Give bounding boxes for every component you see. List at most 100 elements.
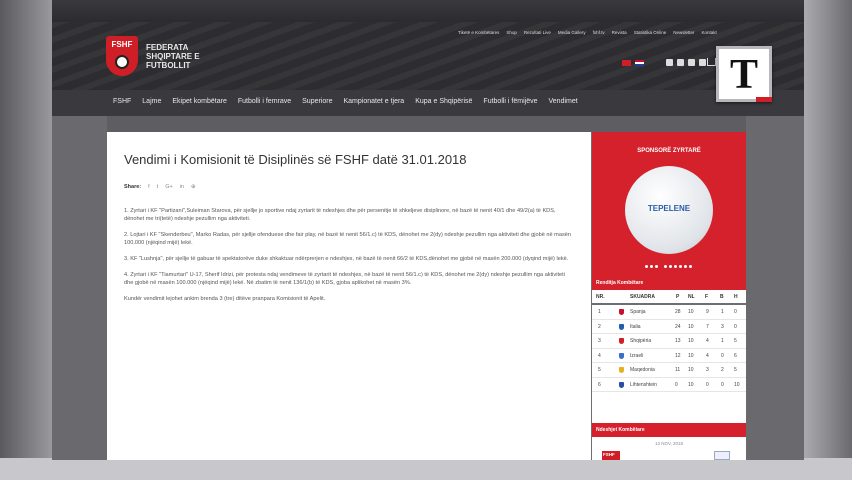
top-link[interactable]: Statistika Online	[634, 30, 667, 40]
col-header: B	[720, 294, 724, 300]
article-paragraph: Kundër vendimit lejohet ankim brenda 3 (…	[124, 296, 326, 302]
sponsor-brand: TEPELENE	[647, 204, 691, 213]
top-link[interactable]: Revista	[612, 30, 627, 40]
article-paragraph: 2. Lojtari i KF "Skenderbeu", Marko Rada…	[124, 232, 571, 246]
sponsor-logo[interactable]: TEPELENE	[625, 166, 713, 254]
carousel-dot[interactable]	[664, 265, 667, 268]
instagram-icon[interactable]	[699, 59, 706, 66]
ranking-cell-nr: 1	[598, 309, 601, 315]
col-header: F	[705, 294, 709, 300]
top-link[interactable]: Rezultati Live	[524, 30, 551, 40]
ranking-row[interactable]: 6 Lihtenshtein 0 10 0 0 10	[592, 378, 746, 392]
pinterest-share-icon[interactable]: ⊕	[191, 184, 196, 190]
ranking-row[interactable]: 2 Italia 24 10 7 3 0	[592, 320, 746, 334]
ranking-cell-p: 0	[675, 381, 678, 388]
ranking-cell-p: 28	[675, 309, 681, 315]
col-header: NR.	[596, 294, 605, 300]
youtube-icon[interactable]	[688, 59, 695, 66]
nav-item[interactable]: Futbolli i fëmijëve	[483, 98, 537, 105]
english-flag-icon[interactable]	[635, 60, 644, 66]
carousel-dot[interactable]	[674, 265, 677, 268]
ranking-title-bar: Renditja Kombëtare	[592, 276, 746, 290]
facebook-icon[interactable]	[666, 59, 673, 66]
ranking-cell-h: 0	[734, 323, 737, 330]
nav-item[interactable]: Lajme	[142, 98, 161, 105]
carousel-dot[interactable]	[689, 265, 692, 268]
ranking-row[interactable]: 1 Spanja 28 10 9 1 0	[592, 305, 746, 320]
article-body: 1. Zyrtari i KF "Partizani",Suleiman Sta…	[124, 207, 574, 311]
video-frame-top	[0, 0, 852, 24]
article-paragraph: 1. Zyrtari i KF "Partizani",Suleiman Sta…	[124, 208, 556, 222]
ranking-cell-b: 3	[721, 323, 724, 330]
top-link[interactable]: fshf.tv	[593, 30, 605, 40]
ranking-cell-f: 9	[706, 309, 709, 315]
header-icons	[622, 59, 706, 66]
ranking-cell-h: 6	[734, 352, 737, 359]
ranking-cell-nr: 6	[598, 381, 601, 388]
team-crest-icon	[619, 338, 624, 344]
twitter-icon[interactable]	[677, 59, 684, 66]
ranking-cell-team: Italia	[630, 323, 641, 330]
website: FSHF FEDERATA SHQIPTARE E FUTBOLLIT Tike…	[52, 22, 804, 460]
ranking-cell-nr: 3	[598, 338, 601, 344]
ranking-cell-team: Spanja	[630, 309, 646, 315]
fshf-logo[interactable]: FSHF	[106, 36, 138, 76]
ranking-cell-p: 24	[675, 323, 681, 330]
ranking-cell-nr: 2	[598, 323, 601, 330]
away-team-badge[interactable]	[714, 451, 730, 460]
nav-item[interactable]: FSHF	[113, 98, 131, 105]
nav-item[interactable]: Kampionatet e tjera	[344, 98, 405, 105]
cart-icon[interactable]	[707, 58, 716, 66]
nav-item[interactable]: Ekipet kombëtare	[172, 98, 226, 105]
article-paragraph: 4. Zyrtari i KF "Tiamurtari" U-17, Sheri…	[124, 272, 565, 286]
twitter-share-icon[interactable]: t	[157, 184, 159, 190]
carousel-dot[interactable]	[650, 265, 653, 268]
team-crest-icon	[619, 381, 624, 388]
ranking-cell-f: 7	[706, 323, 709, 330]
ranking-cell-nl: 10	[688, 367, 694, 373]
logo-text[interactable]: FEDERATA SHQIPTARE E FUTBOLLIT	[146, 43, 216, 70]
top-link[interactable]: Kontakt	[701, 30, 716, 40]
ranking-header: Renditja Kombëtare NR. SKUADRA P NL F B …	[592, 276, 746, 303]
albanian-flag-icon[interactable]	[622, 60, 631, 66]
ranking-cell-nl: 10	[688, 338, 694, 344]
nav-item[interactable]: Vendimet	[549, 98, 578, 105]
linkedin-share-icon[interactable]: in	[180, 184, 184, 190]
share-label: Share:	[124, 184, 142, 190]
video-frame-right	[804, 0, 852, 480]
ranking-title: Renditja Kombëtare	[596, 280, 644, 286]
carousel-dot[interactable]	[645, 265, 648, 268]
ranking-cell-p: 13	[675, 338, 681, 344]
ranking-row[interactable]: 4 Izraeli 12 10 4 0 6	[592, 349, 746, 363]
nav-item[interactable]: Futbolli i femrave	[238, 98, 291, 105]
carousel-dot[interactable]	[669, 265, 672, 268]
home-team-badge[interactable]: FSHF	[602, 451, 620, 460]
ranking-cell-b: 2	[721, 367, 724, 373]
google-plus-share-icon[interactable]: G+	[165, 184, 173, 190]
ranking-cell-team: Shqipëria	[630, 338, 652, 344]
next-match-date: 13 NOV, 2018	[654, 441, 684, 446]
team-crest-icon	[619, 323, 624, 330]
carousel-dots[interactable]	[645, 265, 692, 268]
top-link[interactable]: Tiketë e Kombëtares	[458, 30, 499, 40]
nav-item[interactable]: Superiore	[302, 98, 332, 105]
ranking-cell-h: 5	[734, 367, 737, 373]
logo-badge-text: FSHF	[111, 40, 133, 49]
col-header: H	[734, 294, 738, 300]
team-crest-icon	[619, 367, 624, 373]
ranking-row[interactable]: 5 Maqedonia 11 10 3 2 5	[592, 363, 746, 378]
main-nav: FSHF Lajme Ekipet kombëtare Futbolli i f…	[52, 90, 804, 116]
nav-item[interactable]: Kupa e Shqipërisë	[415, 98, 472, 105]
carousel-dot[interactable]	[684, 265, 687, 268]
top-link[interactable]: Shop	[506, 30, 517, 40]
facebook-share-icon[interactable]: f	[148, 184, 150, 190]
ranking-cell-h: 0	[734, 309, 737, 315]
top-link[interactable]: Newsletter	[673, 30, 694, 40]
article: Vendimi i Komisionit të Disiplinës së FS…	[107, 132, 591, 460]
ranking-row[interactable]: 3 Shqipëria 13 10 4 1 5	[592, 334, 746, 349]
carousel-dot[interactable]	[679, 265, 682, 268]
carousel-dot[interactable]	[655, 265, 658, 268]
top-link[interactable]: Media Gallery	[558, 30, 586, 40]
ranking-cell-team: Maqedonia	[630, 367, 655, 373]
ranking-cell-nl: 10	[688, 323, 694, 330]
